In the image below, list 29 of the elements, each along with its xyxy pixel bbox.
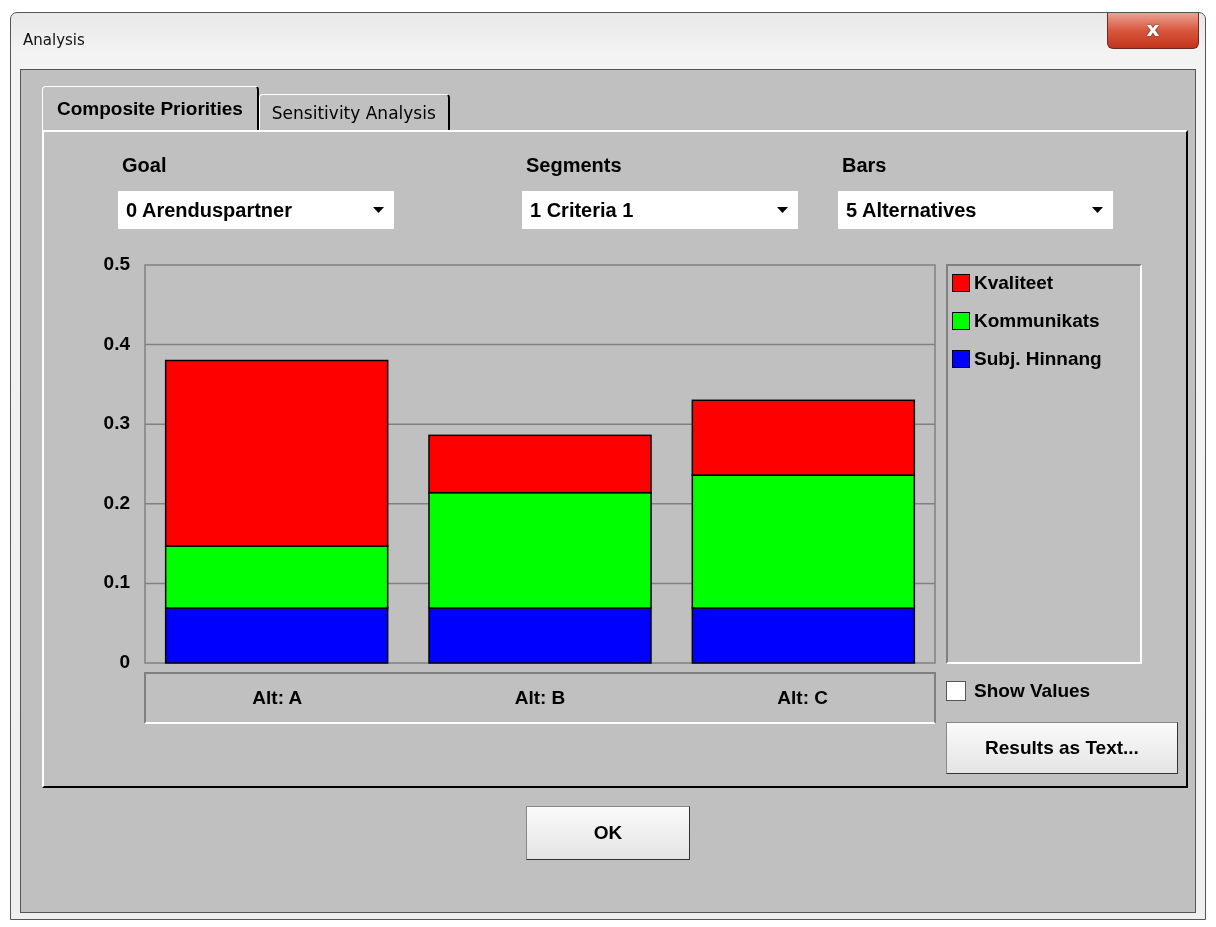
dropdown[interactable]: 5 Alternatives (838, 191, 1113, 229)
caret-icon (777, 207, 788, 213)
dropdown-label: Bars (842, 154, 888, 177)
axis-tick-label: 0.3 (103, 414, 130, 433)
axis-tick-label: 0.5 (103, 255, 130, 273)
checkbox[interactable] (946, 681, 966, 701)
caret-icon (1092, 207, 1103, 213)
dropdown[interactable]: 0 Arenduspartner (118, 191, 394, 229)
legend-label: Subj. Hinnang (974, 348, 1102, 370)
axis-tick-label: 0 (119, 653, 130, 671)
dropdown-label: Goal (122, 154, 168, 177)
dropdown-label: Segments (526, 154, 623, 177)
category-label: Alt: C (776, 687, 829, 709)
category-label: Alt: B (513, 687, 567, 709)
axis-tick-label: 0.4 (103, 334, 130, 353)
window-title: Analysis (23, 31, 85, 49)
tab[interactable]: Composite Priorities (42, 86, 259, 130)
caret-icon (373, 207, 384, 213)
axis-tick-label: 0.2 (103, 493, 130, 512)
ok-button[interactable]: OK (526, 806, 690, 860)
checkbox-label: Show Values (974, 680, 1091, 702)
results-button[interactable]: Results as Text... (946, 722, 1178, 774)
legend-label: Kvaliteet (974, 272, 1054, 294)
category-label: Alt: A (251, 687, 304, 709)
dropdown[interactable]: 1 Criteria 1 (522, 191, 798, 229)
tab[interactable]: Sensitivity Analysis (258, 94, 450, 130)
axis-tick-label: 0.1 (103, 573, 130, 592)
legend-label: Kommunikats (974, 310, 1100, 332)
close-button[interactable]: x (1107, 13, 1199, 49)
